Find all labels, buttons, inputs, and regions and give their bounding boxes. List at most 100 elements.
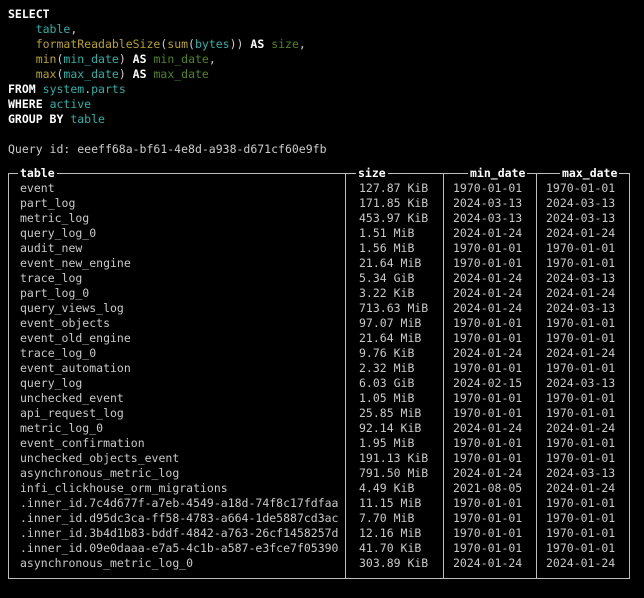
sql-token: , — [299, 37, 306, 51]
cell-max-date: 1970-01-01 — [536, 406, 629, 421]
table-row: event_objects97.07 MiB1970-01-011970-01-… — [8, 316, 638, 331]
cell-max-date: 1970-01-01 — [536, 241, 629, 256]
cell-table: .inner_id.7c4d677f-a7eb-4549-a18d-74f8c1… — [8, 496, 345, 511]
cell-max-date: 2024-03-13 — [536, 376, 629, 391]
terminal-window[interactable]: SELECT table, formatReadableSize(sum(byt… — [0, 0, 644, 598]
cell-size: 25.85 MiB — [345, 406, 443, 421]
cell-size: 1.95 MiB — [345, 436, 443, 451]
column-header-table: table — [18, 166, 57, 181]
table-bottom-border — [8, 578, 630, 579]
cell-table: metric_log_0 — [8, 421, 345, 436]
cell-size: 4.49 KiB — [345, 481, 443, 496]
cell-size: 21.64 MiB — [345, 331, 443, 346]
sql-token: AS — [250, 37, 264, 51]
sql-token: parts — [91, 82, 126, 96]
cell-size: 41.70 KiB — [345, 541, 443, 556]
cell-table: event_objects — [8, 316, 345, 331]
cell-min-date: 1970-01-01 — [443, 316, 536, 331]
sql-token: ) — [119, 52, 133, 66]
cell-size: 97.07 MiB — [345, 316, 443, 331]
sql-token: FROM — [8, 82, 36, 96]
sql-token: AS — [133, 67, 147, 81]
table-row: trace_log5.34 GiB2024-01-242024-03-13 — [8, 271, 638, 286]
cell-min-date: 1970-01-01 — [443, 391, 536, 406]
cell-max-date: 2024-01-24 — [536, 421, 629, 436]
table-row: part_log171.85 KiB2024-03-132024-03-13 — [8, 196, 638, 211]
cell-table: trace_log — [8, 271, 345, 286]
cell-min-date: 1970-01-01 — [443, 406, 536, 421]
sql-token: max_date — [63, 67, 118, 81]
sql-line: formatReadableSize(sum(bytes)) AS size, — [8, 37, 644, 52]
table-row: event127.87 KiB1970-01-011970-01-01 — [8, 181, 638, 196]
sql-token: AS — [133, 52, 147, 66]
sql-token: sum — [167, 37, 188, 51]
cell-min-date: 1970-01-01 — [443, 331, 536, 346]
cell-min-date: 2024-01-24 — [443, 466, 536, 481]
cell-min-date: 1970-01-01 — [443, 496, 536, 511]
cell-min-date: 1970-01-01 — [443, 541, 536, 556]
cell-table: asynchronous_metric_log — [8, 466, 345, 481]
cell-table: unchecked_objects_event — [8, 451, 345, 466]
sql-line: GROUP BY table — [8, 112, 644, 127]
sql-token: , — [70, 22, 77, 36]
cell-table: asynchronous_metric_log_0 — [8, 556, 345, 571]
sql-token: bytes — [195, 37, 230, 51]
sql-token: min_date — [153, 52, 208, 66]
sql-token — [43, 97, 50, 111]
cell-table: query_views_log — [8, 301, 345, 316]
table-body: event127.87 KiB1970-01-011970-01-01part_… — [8, 181, 638, 571]
cell-max-date: 2024-03-13 — [536, 301, 629, 316]
table-row: event_automation2.32 MiB1970-01-011970-0… — [8, 361, 638, 376]
cell-min-date: 1970-01-01 — [443, 436, 536, 451]
sql-token: )) — [230, 37, 251, 51]
cell-table: trace_log_0 — [8, 346, 345, 361]
cell-max-date: 1970-01-01 — [536, 361, 629, 376]
sql-token: GROUP BY — [8, 112, 63, 126]
cell-size: 9.76 KiB — [345, 346, 443, 361]
cell-size: 11.15 MiB — [345, 496, 443, 511]
cell-max-date: 1970-01-01 — [536, 316, 629, 331]
cell-max-date: 2024-01-24 — [536, 226, 629, 241]
table-row: event_confirmation1.95 MiB1970-01-011970… — [8, 436, 638, 451]
query-id-label: Query id: — [8, 142, 77, 156]
cell-size: 713.63 MiB — [345, 301, 443, 316]
sql-token: max_date — [153, 67, 208, 81]
cell-table: api_request_log — [8, 406, 345, 421]
cell-min-date: 2021-08-05 — [443, 481, 536, 496]
query-id-line: Query id: eeeff68a-bf61-4e8d-a938-d671cf… — [0, 142, 644, 157]
cell-size: 12.16 MiB — [345, 526, 443, 541]
cell-min-date: 2024-03-13 — [443, 196, 536, 211]
sql-token: min_date — [63, 52, 118, 66]
cell-max-date: 2024-03-13 — [536, 196, 629, 211]
cell-size: 7.70 MiB — [345, 511, 443, 526]
sql-token — [8, 52, 36, 66]
sql-token: table — [36, 22, 71, 36]
table-row: part_log_03.22 KiB2024-01-242024-01-24 — [8, 286, 638, 301]
query-id-value: eeeff68a-bf61-4e8d-a938-d671cf60e9fb — [77, 142, 326, 156]
sql-token: ( — [188, 37, 195, 51]
table-row: query_log6.03 GiB2024-02-152024-03-13 — [8, 376, 638, 391]
cell-table: query_log_0 — [8, 226, 345, 241]
cell-size: 453.97 KiB — [345, 211, 443, 226]
cell-max-date: 1970-01-01 — [536, 256, 629, 271]
cell-table: metric_log — [8, 211, 345, 226]
cell-min-date: 2024-01-24 — [443, 301, 536, 316]
cell-table: event_new_engine — [8, 256, 345, 271]
cell-max-date: 1970-01-01 — [536, 526, 629, 541]
sql-token: SELECT — [8, 7, 50, 21]
cell-size: 2.32 MiB — [345, 361, 443, 376]
sql-line: FROM system.parts — [8, 82, 644, 97]
sql-token: system — [43, 82, 85, 96]
sql-token: table — [70, 112, 105, 126]
cell-min-date: 1970-01-01 — [443, 511, 536, 526]
cell-table: audit_new — [8, 241, 345, 256]
table-row: .inner_id.3b4d1b83-bddf-4842-a763-26cf14… — [8, 526, 638, 541]
column-header-min-date: min_date — [468, 166, 527, 181]
sql-line: WHERE active — [8, 97, 644, 112]
sql-line: table, — [8, 22, 644, 37]
cell-max-date: 1970-01-01 — [536, 331, 629, 346]
sql-token: active — [50, 97, 92, 111]
cell-max-date: 2024-01-24 — [536, 346, 629, 361]
table-row: metric_log_092.14 KiB2024-01-242024-01-2… — [8, 421, 638, 436]
cell-max-date: 1970-01-01 — [536, 541, 629, 556]
